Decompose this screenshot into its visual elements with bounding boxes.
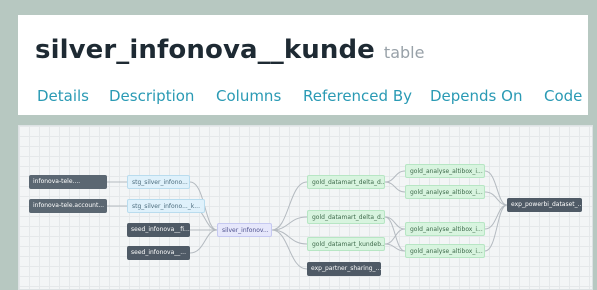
gold-analyse-node-3[interactable]: gold_analyse_altibox_i... [405,222,485,236]
edge [384,170,406,183]
gold-datamart-delta-node-1[interactable]: gold_datamart_delta_d... [307,175,385,189]
lineage-graph[interactable]: infonova-tele.... infonova-tele.account.… [18,125,593,290]
title-row: silver_infonova__kunde table [35,35,424,65]
gold-analyse-node-4[interactable]: gold_analyse_altibox_i... [405,244,485,258]
staging-node-1[interactable]: stg_silver_infono... [127,175,190,189]
tab-bar: Details Description Columns Referenced B… [18,87,588,111]
edge [189,229,218,254]
page-title: silver_infonova__kunde [35,35,375,65]
gold-datamart-delta-node-2[interactable]: gold_datamart_delta_d... [307,210,385,224]
staging-node-2[interactable]: stg_silver_infono..._k... [127,199,205,213]
resource-type-label: table [383,43,425,62]
gold-analyse-node-2[interactable]: gold_analyse_altibox_i... [405,185,485,199]
tab-details[interactable]: Details [37,87,89,105]
edge [271,229,308,270]
gold-datamart-kunde-node[interactable]: gold_datamart_kundeb... [307,237,385,251]
edge [384,216,406,252]
edge [484,204,508,230]
resource-header: silver_infonova__kunde table Details Des… [18,15,588,115]
gold-analyse-node-1[interactable]: gold_analyse_altibox_i... [405,164,485,178]
source-node-infonova-tele-account[interactable]: infonova-tele.account... [29,199,107,213]
edge [384,228,406,245]
tab-referenced-by[interactable]: Referenced By [303,87,412,105]
edge [484,170,508,206]
exposure-partner-sharing-node[interactable]: exp_partner_sharing_... [307,262,381,276]
seed-node-2[interactable]: seed_infonova__... [127,246,190,260]
tab-code[interactable]: Code [544,87,582,105]
source-node-infonova-tele[interactable]: infonova-tele.... [29,175,107,189]
current-model-node[interactable]: silver_infonov... [217,223,272,237]
edge [271,229,308,245]
tab-description[interactable]: Description [109,87,194,105]
exposure-powerbi-dataset-node[interactable]: exp_powerbi_dataset_... [507,198,582,212]
tab-depends-on[interactable]: Depends On [430,87,522,105]
tab-columns[interactable]: Columns [216,87,281,105]
edge [384,181,406,193]
seed-node-1[interactable]: seed_infonova__fi... [127,223,190,237]
